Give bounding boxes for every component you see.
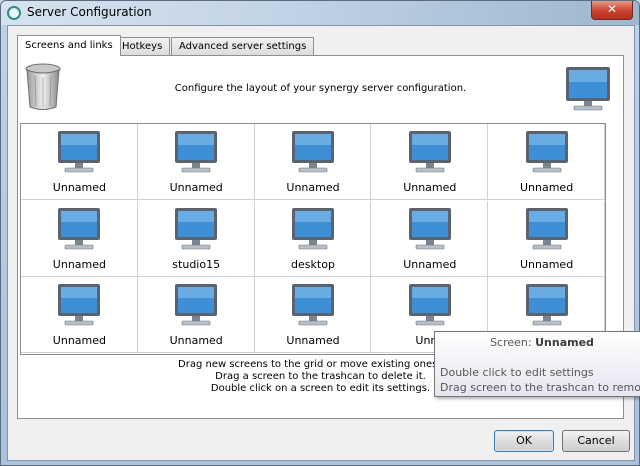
monitor-icon bbox=[58, 131, 101, 173]
monitor-icon bbox=[525, 207, 568, 249]
monitor-icon bbox=[175, 131, 218, 173]
screen-name-label: Unnamed bbox=[52, 257, 106, 271]
screen-cell[interactable]: Unnamed bbox=[137, 277, 255, 354]
tab-screens-and-links[interactable]: Screens and links bbox=[17, 35, 121, 56]
monitor-icon bbox=[291, 131, 334, 173]
new-screen-monitor-icon[interactable] bbox=[564, 64, 612, 112]
screen-cell[interactable]: Unnamed bbox=[254, 277, 372, 354]
monitor-icon bbox=[175, 284, 218, 326]
screen-cell[interactable]: Unnamed bbox=[371, 200, 489, 277]
monitor-icon bbox=[58, 284, 101, 326]
monitor-icon bbox=[408, 131, 451, 173]
screen-name-label: Unnamed bbox=[169, 334, 223, 348]
screen-name-label: Unnamed bbox=[52, 334, 106, 348]
screen-name-label: Unnamed bbox=[286, 181, 340, 194]
app-icon bbox=[7, 6, 21, 20]
screen-cell[interactable]: Unnamed bbox=[371, 124, 489, 200]
screen-cell[interactable]: Unnamed bbox=[254, 124, 372, 200]
screen-cell[interactable]: desktop bbox=[254, 200, 372, 277]
screen-cell[interactable]: Unnamed bbox=[21, 124, 138, 200]
tooltip-line-remove: Drag screen to the trashcan to remove it bbox=[440, 381, 640, 394]
monitor-icon bbox=[525, 131, 568, 173]
tooltip-title-prefix: Screen: bbox=[490, 336, 536, 349]
screen-cell[interactable]: Unnamed bbox=[488, 200, 605, 277]
screen-name-label: Unnamed bbox=[403, 257, 457, 271]
title-bar[interactable]: Server Configuration ✕ bbox=[1, 1, 639, 25]
screen-cell[interactable]: studio15 bbox=[137, 200, 255, 277]
screen-name-label: studio15 bbox=[172, 257, 221, 271]
monitor-icon bbox=[408, 284, 451, 326]
screen-name-label: Unnamed bbox=[403, 181, 457, 194]
screen-cell[interactable]: Unnamed bbox=[488, 124, 605, 200]
tooltip-title: Screen: Unnamed bbox=[435, 336, 640, 349]
screen-name-label: Unnamed bbox=[52, 181, 106, 194]
monitor-icon bbox=[525, 284, 568, 326]
monitor-icon bbox=[408, 207, 451, 249]
monitor-icon bbox=[291, 207, 334, 249]
tab-hotkeys[interactable]: Hotkeys bbox=[114, 37, 171, 55]
monitor-icon bbox=[58, 207, 101, 249]
screen-cell[interactable]: Unnamed bbox=[21, 200, 138, 277]
screen-name-label: Unnamed bbox=[519, 181, 574, 194]
cancel-button[interactable]: Cancel bbox=[562, 430, 630, 452]
screen-cell[interactable]: Unnamed bbox=[137, 124, 255, 200]
screen-name-label: Unnamed bbox=[286, 334, 340, 348]
layout-instruction: Configure the layout of your synergy ser… bbox=[174, 83, 467, 94]
screen-name-label: desktop bbox=[291, 257, 335, 271]
screen-tooltip: Screen: Unnamed Double click to edit set… bbox=[434, 331, 640, 397]
tooltip-line-edit: Double click to edit settings bbox=[440, 366, 594, 379]
window-title: Server Configuration bbox=[27, 5, 152, 19]
screen-grid: Unnamed Unnamed Unnamed Unnamed Unnamed Unnam… bbox=[20, 123, 606, 355]
screen-cell[interactable]: Unnamed bbox=[21, 277, 138, 354]
tab-advanced-server-settings[interactable]: Advanced server settings bbox=[171, 37, 315, 55]
tooltip-screen-name: Unnamed bbox=[535, 336, 594, 349]
ok-button[interactable]: OK bbox=[494, 430, 554, 452]
screen-name-label: Unnamed bbox=[169, 181, 223, 194]
monitor-icon bbox=[291, 284, 334, 326]
screen-name-label: Unnamed bbox=[519, 257, 574, 271]
monitor-icon bbox=[175, 207, 218, 249]
close-button[interactable]: ✕ bbox=[591, 1, 633, 20]
